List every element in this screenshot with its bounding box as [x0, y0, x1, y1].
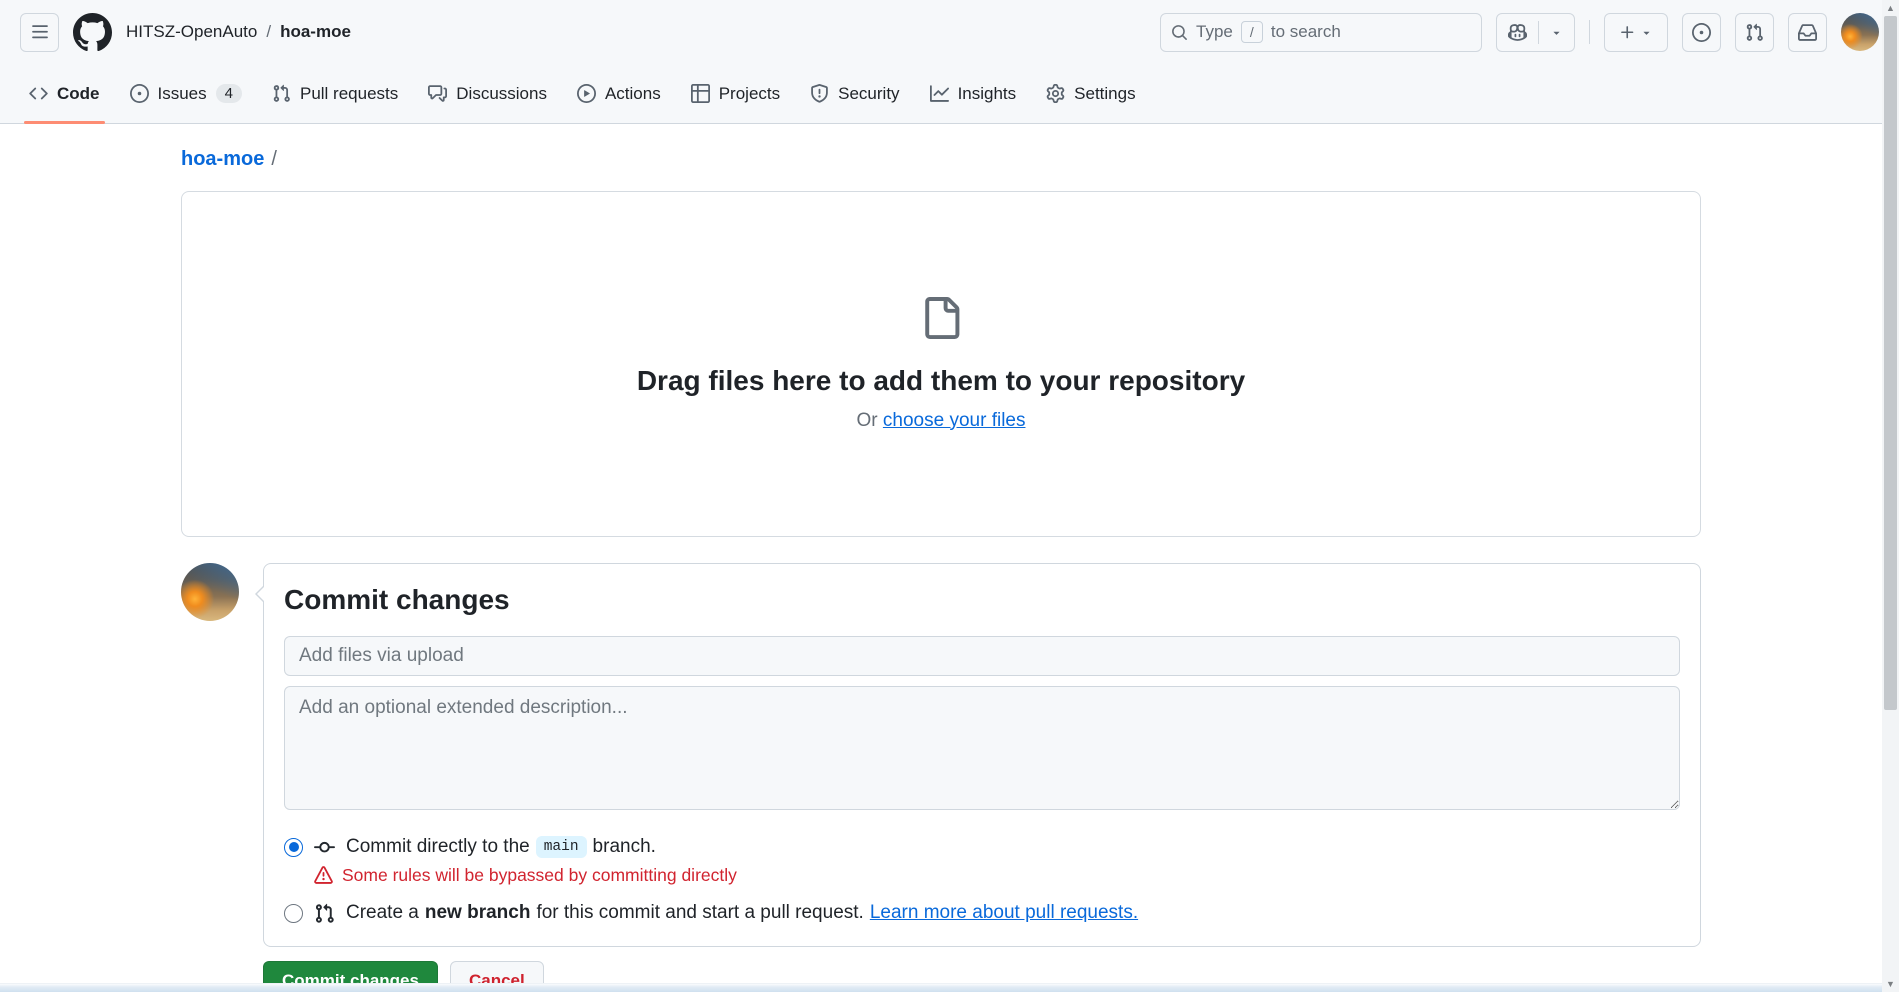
tab-label: Issues	[158, 84, 207, 104]
git-pull-request-icon	[272, 84, 291, 103]
search-placeholder-prefix: Type	[1196, 22, 1233, 42]
chevron-down-icon[interactable]	[1539, 14, 1574, 51]
new-branch-label: Create a new branch for this commit and …	[346, 902, 1138, 924]
learn-more-link[interactable]: Learn more about pull requests.	[870, 902, 1138, 924]
search-icon	[1171, 24, 1188, 41]
table-icon	[691, 84, 710, 103]
graph-icon	[930, 84, 949, 103]
dropzone-title: Drag files here to add them to your repo…	[637, 365, 1245, 397]
issues-header-button[interactable]	[1682, 13, 1721, 52]
commit-section: Commit changes Commit directly to the ma…	[181, 563, 1701, 947]
copilot-icon	[1497, 14, 1538, 51]
alert-triangle-icon	[314, 866, 333, 885]
commit-direct-label: Commit directly to the main branch.	[346, 836, 656, 858]
issue-opened-icon	[1692, 23, 1711, 42]
global-header: HITSZ-OpenAuto / hoa-moe Type / to searc…	[0, 0, 1899, 64]
code-icon	[29, 84, 48, 103]
label-text: branch.	[593, 836, 656, 858]
tab-pull-requests[interactable]: Pull requests	[257, 64, 413, 123]
choose-files-link[interactable]: choose your files	[883, 410, 1026, 431]
label-text-bold: new branch	[425, 902, 531, 924]
file-dropzone[interactable]: Drag files here to add them to your repo…	[181, 191, 1701, 537]
file-icon	[920, 297, 962, 339]
header-divider	[1589, 20, 1590, 44]
inbox-icon	[1798, 23, 1817, 42]
pull-requests-header-button[interactable]	[1735, 13, 1774, 52]
scroll-up-arrow[interactable]: ▲	[1882, 0, 1899, 16]
radio-commit-direct[interactable]	[284, 838, 303, 857]
commit-card: Commit changes Commit directly to the ma…	[263, 563, 1701, 947]
repo-link[interactable]: hoa-moe	[181, 148, 264, 171]
search-placeholder-suffix: to search	[1271, 22, 1341, 42]
tab-label: Security	[838, 84, 899, 104]
git-pull-request-icon	[1745, 23, 1764, 42]
upload-page: hoa-moe / Drag files here to add them to…	[181, 124, 1701, 992]
tab-label: Actions	[605, 84, 661, 104]
horizontal-scrollbar[interactable]	[0, 983, 1882, 992]
tab-label: Discussions	[456, 84, 547, 104]
tab-label: Settings	[1074, 84, 1135, 104]
three-bars-icon	[31, 23, 49, 41]
git-commit-icon	[314, 837, 335, 858]
commit-direct-option[interactable]: Commit directly to the main branch.	[284, 836, 1680, 858]
label-text: for this commit and start a pull request…	[536, 902, 863, 924]
repo-path-breadcrumb: hoa-moe /	[181, 148, 1701, 171]
tab-label: Code	[57, 84, 100, 104]
issues-count-badge: 4	[216, 84, 242, 103]
search-input[interactable]: Type / to search	[1160, 13, 1482, 52]
tab-projects[interactable]: Projects	[676, 64, 795, 123]
warning-text: Some rules will be bypassed by committin…	[342, 865, 737, 886]
rules-bypass-warning: Some rules will be bypassed by committin…	[314, 865, 1680, 886]
breadcrumb-repo[interactable]: hoa-moe	[280, 22, 351, 42]
breadcrumb-org[interactable]: HITSZ-OpenAuto	[126, 22, 257, 42]
tab-actions[interactable]: Actions	[562, 64, 676, 123]
branch-name-chip: main	[536, 836, 587, 858]
tab-security[interactable]: Security	[795, 64, 914, 123]
shield-icon	[810, 84, 829, 103]
issue-opened-icon	[130, 84, 149, 103]
label-text: Commit directly to the	[346, 836, 530, 858]
new-branch-option[interactable]: Create a new branch for this commit and …	[284, 902, 1680, 924]
path-separator: /	[271, 148, 277, 171]
tab-code[interactable]: Code	[14, 64, 115, 123]
scroll-down-arrow[interactable]: ▼	[1882, 976, 1899, 992]
label-text: Create a	[346, 902, 419, 924]
card-pointer-fill	[257, 585, 266, 603]
tab-label: Pull requests	[300, 84, 398, 104]
dropzone-subtext: Or choose your files	[857, 410, 1026, 432]
commit-message-input[interactable]	[284, 636, 1680, 676]
copilot-button[interactable]	[1496, 13, 1575, 52]
tab-label: Projects	[719, 84, 780, 104]
chevron-down-icon	[1640, 26, 1653, 39]
commit-title: Commit changes	[284, 584, 1680, 616]
radio-new-branch[interactable]	[284, 904, 303, 923]
tab-discussions[interactable]: Discussions	[413, 64, 562, 123]
slash-key-hint: /	[1241, 21, 1263, 43]
vertical-scrollbar-thumb[interactable]	[1884, 16, 1897, 710]
breadcrumb-separator: /	[266, 22, 271, 42]
plus-icon	[1619, 24, 1636, 41]
user-avatar[interactable]	[1841, 13, 1879, 51]
inbox-header-button[interactable]	[1788, 13, 1827, 52]
or-text: Or	[857, 410, 878, 431]
commit-description-textarea[interactable]	[284, 686, 1680, 810]
git-pull-request-icon	[314, 903, 335, 924]
repo-navigation: Code Issues 4 Pull requests Discussions …	[0, 64, 1899, 124]
comment-discussion-icon	[428, 84, 447, 103]
vertical-scrollbar[interactable]: ▲ ▼	[1882, 0, 1899, 992]
tab-settings[interactable]: Settings	[1031, 64, 1150, 123]
tab-label: Insights	[958, 84, 1017, 104]
commit-author-avatar	[181, 563, 239, 621]
gear-icon	[1046, 84, 1065, 103]
breadcrumb: HITSZ-OpenAuto / hoa-moe	[126, 22, 351, 42]
play-icon	[577, 84, 596, 103]
hamburger-menu-button[interactable]	[20, 13, 59, 52]
create-new-button[interactable]	[1604, 13, 1668, 52]
tab-insights[interactable]: Insights	[915, 64, 1032, 123]
github-logo-icon[interactable]	[73, 13, 112, 52]
commit-target-options: Commit directly to the main branch. Some…	[284, 836, 1680, 924]
tab-issues[interactable]: Issues 4	[115, 64, 257, 123]
